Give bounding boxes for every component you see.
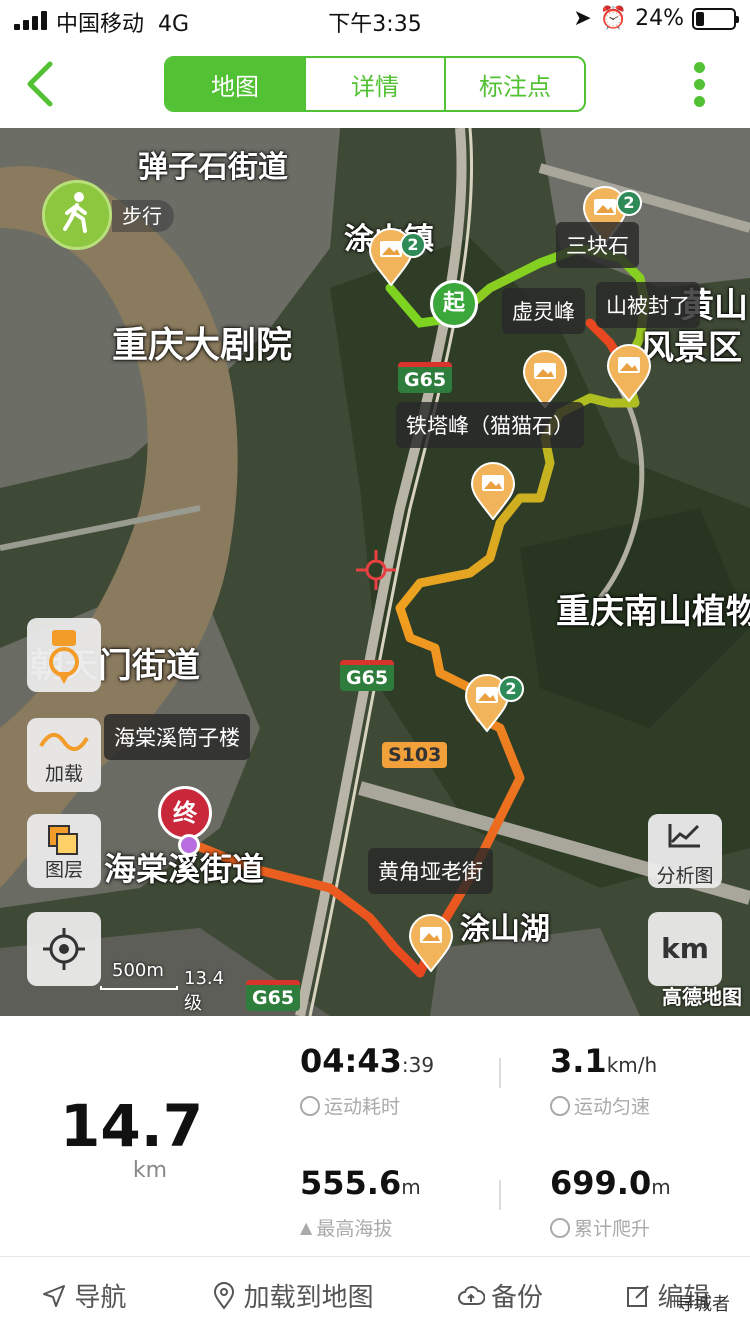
nav-bar: 地图 详情 标注点 [0,40,750,128]
waypoint-callout[interactable]: 山被封了 [596,282,700,328]
road-shield-g65: G65 [340,660,395,691]
max-altitude-unit: m [401,1175,421,1199]
track-wave-icon [39,733,89,751]
climb-up-icon [550,1217,570,1238]
current-position-dot [178,834,200,856]
backup-label: 备份 [491,1283,544,1313]
load-track-button[interactable]: 加载 [27,718,101,792]
feedback-button[interactable] [27,618,101,692]
pace-stat: 3.1km/h 运动匀速 [550,1042,657,1119]
waypoint-callout[interactable]: 虚灵峰 [502,288,585,334]
map-pin-icon [213,1281,234,1310]
navigate-label: 导航 [74,1283,127,1313]
analysis-label: 分析图 [656,865,714,887]
divider [499,1180,501,1210]
duration-value: 04:43 [300,1042,402,1080]
walk-mode-button[interactable] [42,180,112,250]
navigation-arrow-icon [43,1284,66,1307]
map-view[interactable]: 弹子石街道 涂山镇 重庆大剧院 重庆南山植物 黄山 风景区 朝天门街道 海棠溪街… [0,128,750,1016]
speed-icon [550,1095,570,1116]
tab-details[interactable]: 详情 [304,58,444,110]
backup-button[interactable]: 备份 [417,1257,584,1334]
cloud-upload-icon [458,1285,485,1305]
photo-marker-icon[interactable] [408,914,454,972]
edit-icon [626,1284,649,1307]
battery-percent: 24% [635,6,684,31]
load-to-map-button[interactable]: 加载到地图 [167,1257,417,1334]
more-menu-icon[interactable] [692,62,706,108]
place-danzishi: 弹子石街道 [138,150,288,185]
max-altitude-value: 555.6 [300,1164,402,1202]
walking-person-icon [63,192,87,233]
road-shield-s103: S103 [382,742,448,768]
battery-icon [692,7,739,30]
cluster-count-badge: 2 [400,232,426,258]
stats-panel: 14.7 km 04:43:39 运动耗时 3.1km/h 运动匀速 555.6… [0,1016,750,1256]
back-arrow-icon[interactable] [22,60,62,108]
mountain-icon: ▲ [300,1218,313,1237]
max-altitude-stat: 555.6m ▲ 最高海拔 [300,1164,421,1241]
view-tabs: 地图 详情 标注点 [164,56,586,112]
end-marker[interactable]: 终 [158,786,212,840]
waypoint-callout[interactable]: 黄角垭老街 [368,848,493,894]
climb-label: 累计爬升 [574,1218,651,1240]
pace-unit: km/h [606,1053,658,1077]
road-shield-g65: G65 [246,980,301,1011]
duration-stat: 04:43:39 运动耗时 [300,1042,434,1119]
layers-button[interactable]: 图层 [27,814,101,888]
place-tushan-lake: 涂山湖 [460,912,550,947]
navigate-button[interactable]: 导航 [0,1257,167,1334]
waypoint-callout[interactable]: 铁塔峰（猫猫石） [396,402,584,448]
waypoint-callout[interactable]: 三块石 [556,222,639,268]
zoom-level: 13.4级 [184,968,225,1014]
scale-label: 500m [112,960,164,981]
unit-toggle-button[interactable]: km [648,912,722,986]
location-arrow-icon: ➤ [573,6,592,31]
total-distance: 14.7 [60,1092,204,1160]
message-pin-icon [49,630,79,684]
duration-seconds: :39 [401,1053,435,1077]
watermark: 寻城者 [676,1294,730,1315]
photo-marker-icon[interactable] [470,462,516,520]
cluster-count-badge: 2 [616,190,642,216]
climb-stat: 699.0m 累计爬升 [550,1164,671,1241]
start-marker[interactable]: 起 [430,280,478,328]
mode-label: 步行 [112,200,174,232]
layers-label: 图层 [44,859,83,881]
locate-target-icon [43,928,85,970]
locate-button[interactable] [27,912,101,986]
bottom-toolbar: 导航 加载到地图 备份 编辑 [0,1256,750,1334]
max-altitude-label: 最高海拔 [316,1218,393,1240]
map-attribution: 高德地图 [662,985,742,1009]
pace-label: 运动匀速 [574,1096,651,1118]
place-grand-theatre: 重庆大剧院 [112,325,293,366]
tab-map[interactable]: 地图 [166,58,304,110]
analysis-chart-button[interactable]: 分析图 [648,814,722,888]
climb-value: 699.0 [550,1164,652,1202]
distance-unit: km [132,1158,168,1183]
cluster-count-badge: 2 [498,676,524,702]
pace-value: 3.1 [550,1042,607,1080]
road-shield-g65: G65 [398,362,453,393]
divider [499,1058,501,1088]
layers-icon [48,825,78,855]
status-bar: 中国移动 4G 下午3:35 ➤ ⏰ 24% [0,0,750,40]
alarm-icon: ⏰ [599,6,628,31]
load-label: 加载 [44,763,83,785]
climb-unit: m [651,1175,671,1199]
clock-icon [300,1095,320,1116]
load-to-map-label: 加载到地图 [243,1283,374,1313]
photo-marker-icon[interactable] [606,344,652,402]
waypoint-callout[interactable]: 海棠溪筒子楼 [104,714,250,760]
line-chart-icon [668,824,700,848]
duration-label: 运动耗时 [324,1096,401,1118]
photo-marker-icon[interactable] [522,350,568,408]
place-nanshan-botanical: 重庆南山植物 [556,592,750,632]
tab-waypoints[interactable]: 标注点 [444,58,584,110]
status-right: ➤ ⏰ 24% [573,6,739,31]
